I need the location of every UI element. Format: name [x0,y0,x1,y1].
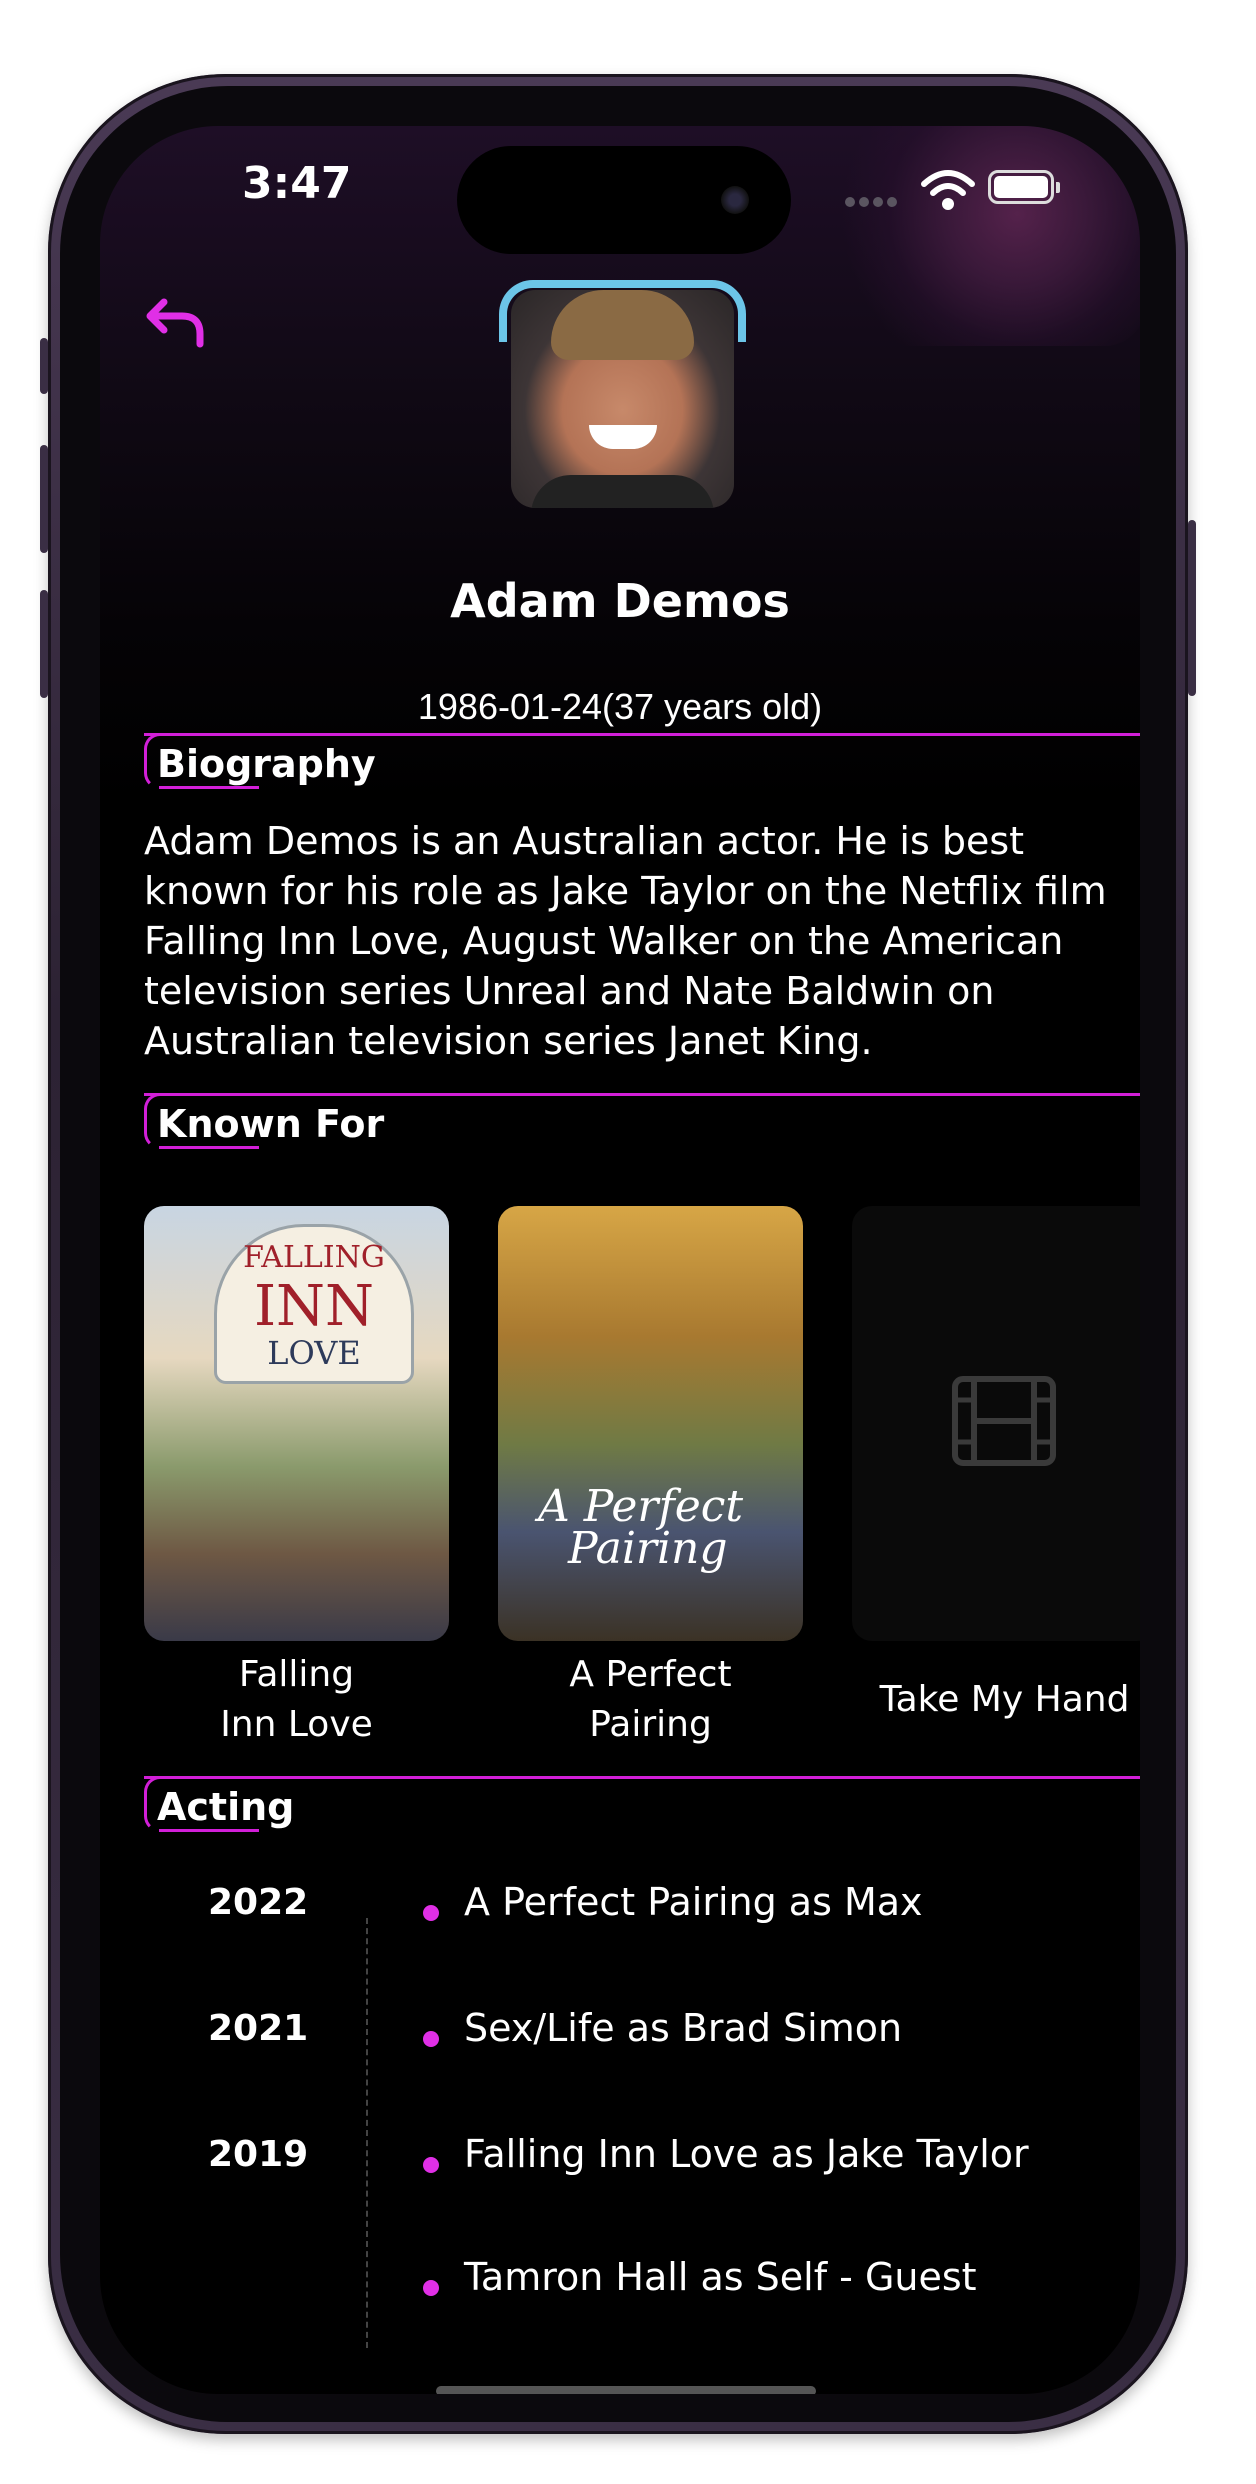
section-title-known-for: Known For [144,1093,397,1149]
credit-role[interactable]: Falling Inn Love as Jake Taylor [464,2132,1029,2176]
section-title-acting: Acting [144,1776,307,1832]
poster-a-perfect-pairing[interactable]: A Perfect Pairing [498,1206,803,1641]
avatar [511,290,734,508]
known-for-title-line: Falling [238,1654,355,1695]
poster-take-my-hand[interactable] [852,1206,1140,1641]
timeline-dot [423,2031,439,2047]
back-arrow-icon[interactable] [144,294,208,350]
credit-role[interactable]: A Perfect Pairing as Max [464,1880,923,1924]
action-button [40,338,48,394]
credit-year: 2022 [208,1882,309,1923]
timeline-dot [423,2280,439,2296]
battery-icon [988,170,1060,204]
power-button [1188,520,1196,696]
known-for-title-line: Inn Love [220,1704,373,1745]
film-icon [952,1376,1056,1466]
planet-decoration [825,126,1140,346]
credit-role[interactable]: Tamron Hall as Self - Guest [464,2255,977,2299]
poster-text: LOVE [267,1334,361,1372]
timeline-dot [423,2157,439,2173]
known-for-title[interactable]: Take My Hand [852,1675,1140,1725]
cellular-signal-icon [845,192,901,211]
poster-text: A Perfect Pairing [538,1481,744,1574]
known-for-title[interactable]: A Perfect Pairing [498,1650,803,1750]
timeline-dot [423,1905,439,1921]
birth-date: 1986-01-24(37 years old) [417,686,823,727]
camera-icon [721,186,749,214]
status-time: 3:47 [242,158,352,209]
known-for-title-line: Pairing [589,1704,712,1745]
wifi-icon [921,170,975,210]
profile-photo [499,280,746,508]
volume-down-button [40,590,48,698]
section-title-biography: Biography [144,733,388,789]
dynamic-island [457,146,791,254]
poster-falling-inn-love[interactable]: FALLING INN LOVE [144,1206,449,1641]
volume-up-button [40,445,48,553]
timeline-line [366,1918,368,2348]
known-for-title[interactable]: Falling Inn Love [144,1650,449,1750]
actor-name: Adam Demos [450,574,790,628]
credit-year: 2021 [208,2008,309,2049]
credit-year: 2019 [208,2134,309,2175]
app-screen: 3:47 Adam Demos 1986-01-24(37 years old)… [100,126,1140,2394]
known-for-title-line: A Perfect [569,1654,732,1695]
credit-role[interactable]: Sex/Life as Brad Simon [464,2006,902,2050]
poster-text: FALLING [243,1240,385,1275]
poster-text: INN [253,1274,375,1339]
home-indicator[interactable] [436,2386,816,2394]
biography-text: Adam Demos is an Australian actor. He is… [144,819,1107,1063]
